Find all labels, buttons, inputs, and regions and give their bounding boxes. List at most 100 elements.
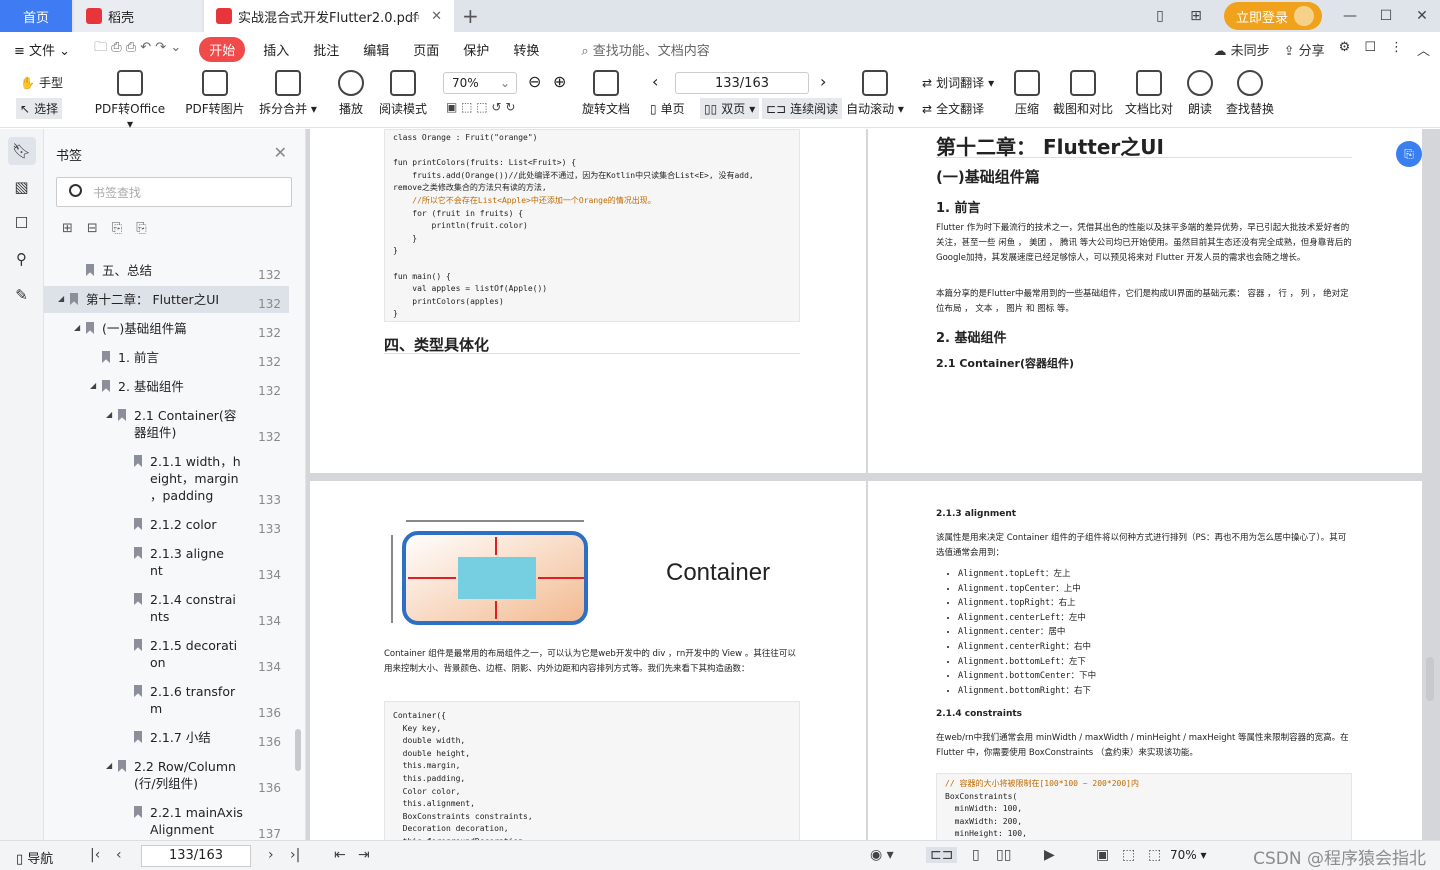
bookmark-item[interactable]: 2.1.1 width，h eight，margin ，padding 133 <box>44 448 289 509</box>
translate-float-button[interactable]: ⎘ <box>1396 141 1422 167</box>
next-page-icon[interactable]: › <box>268 847 274 863</box>
status-page-input[interactable]: 133/163 <box>141 845 251 867</box>
fit-width-icon[interactable]: ⬚ <box>1148 847 1161 863</box>
bookmark-scrollbar[interactable] <box>295 729 301 771</box>
expand-toggle-icon[interactable]: ◢ <box>106 761 112 770</box>
auto-scroll-button[interactable]: 自动滚动 ▾ <box>846 66 904 117</box>
zoom-in-icon[interactable]: ⊕ <box>553 72 566 91</box>
fit-page-icon[interactable]: ⬚ <box>1122 847 1135 863</box>
menu-edit[interactable]: 编辑 <box>351 40 401 59</box>
share-button[interactable]: ⇪ 分享 <box>1284 40 1325 59</box>
single-view-icon[interactable]: ▯ <box>972 847 980 863</box>
menu-file[interactable]: ≡ 文件 ⌄ <box>0 40 82 59</box>
maximize-icon[interactable]: ☐ <box>1368 8 1404 24</box>
read-aloud-button[interactable]: 朗读 <box>1186 66 1214 117</box>
read-mode-button[interactable]: 阅读模式 <box>377 66 429 117</box>
bookmark-item[interactable]: 2.1.7 小结 136 <box>44 724 289 751</box>
settings-icon[interactable]: ⚙ <box>1339 40 1351 59</box>
bookmark-icon[interactable]: ⎘ <box>112 221 122 236</box>
eye-protect-icon[interactable]: ◉ ▾ <box>870 847 894 863</box>
document-scrollbar[interactable] <box>1426 657 1434 701</box>
bookmark-search-input[interactable]: 书签查找 <box>56 177 292 207</box>
split-merge-button[interactable]: 拆分合并 ▾ <box>257 66 319 117</box>
sidebar-layout-icon[interactable]: ▯ <box>1142 8 1178 24</box>
menu-comment[interactable]: 批注 <box>301 40 351 59</box>
search-function[interactable]: ⌕ 查找功能、文档内容 <box>581 40 709 59</box>
bookmark-item[interactable]: ◢ 2.1 Container(容 器组件) 132 <box>44 402 289 446</box>
sync-status[interactable]: ☁ 未同步 <box>1213 40 1269 59</box>
bookmark-item[interactable]: 2.1.3 aligne nt 134 <box>44 540 289 584</box>
document-view[interactable]: class Orange : Fruit("orange") fun print… <box>306 129 1440 840</box>
signature-icon[interactable]: ✎ <box>8 281 36 309</box>
full-translate-button[interactable]: ⇄ 全文翻译 <box>922 100 984 117</box>
double-page-button[interactable]: ▯▯ 双页 ▾ <box>700 98 760 119</box>
pdf-to-image-button[interactable]: PDF转图片 <box>183 66 247 117</box>
doc-compare-button[interactable]: 文档比对 <box>1124 66 1174 117</box>
attachment-icon[interactable]: ⚲ <box>8 245 36 273</box>
continuous-view-icon[interactable]: ⊏⊐ <box>926 847 958 863</box>
close-window-icon[interactable]: ✕ <box>1404 8 1440 24</box>
collapse-ribbon-icon[interactable]: ︿ <box>1417 40 1430 59</box>
bookmark-item[interactable]: 2.2.1 mainAxis Alignment 137 <box>44 799 289 840</box>
bookmark-alt-icon[interactable]: ⎘ <box>136 221 146 236</box>
bookmark-panel-icon[interactable]: 🔖︎ <box>7 137 36 165</box>
tab-daoke[interactable]: 稻壳 <box>74 0 202 32</box>
compress-button[interactable]: 压缩 <box>1012 66 1042 117</box>
find-replace-button[interactable]: 查找替换 <box>1224 66 1276 117</box>
view-tools[interactable]: ▣ ⬚ ⬚ ↺ ↻ <box>446 100 515 114</box>
minimize-icon[interactable]: — <box>1332 8 1368 24</box>
forward-icon[interactable]: ⇥ <box>358 847 370 863</box>
menu-start[interactable]: 开始 <box>199 36 246 62</box>
double-view-icon[interactable]: ▯▯ <box>996 847 1011 863</box>
page-number-input[interactable]: 133/163 <box>675 72 809 94</box>
actual-size-icon[interactable]: ▣ <box>1096 847 1109 863</box>
select-tool[interactable]: ↖ 选择 <box>16 98 63 119</box>
more-icon[interactable]: ⋮ <box>1390 40 1403 59</box>
tab-pdf-document[interactable]: 实战混合式开发Flutter2.0.pdf ▭ ✕ <box>204 0 454 32</box>
bookmark-item[interactable]: ◢ 第十二章： Flutter之UI 132 <box>44 286 289 313</box>
tab-home[interactable]: 首页 <box>0 0 72 32</box>
close-panel-icon[interactable]: ✕ <box>274 143 287 162</box>
rotate-document-button[interactable]: 旋转文档 <box>580 66 632 117</box>
prev-page-icon[interactable]: ‹ <box>652 72 658 91</box>
play-button[interactable]: 播放 <box>334 66 368 117</box>
menu-protect[interactable]: 保护 <box>451 40 501 59</box>
first-page-icon[interactable]: |‹ <box>90 847 100 863</box>
bookmark-item[interactable]: ◢ (一)基础组件篇 132 <box>44 315 289 342</box>
menu-convert[interactable]: 转换 <box>501 40 551 59</box>
pdf-to-office-button[interactable]: PDF转Office ▾ <box>90 66 170 131</box>
hand-tool[interactable]: ✋ 手型 <box>20 74 63 91</box>
zoom-select[interactable]: 70% ⌄ <box>443 72 517 94</box>
navigation-toggle[interactable]: ▯ 导航 <box>16 848 53 867</box>
new-tab-icon[interactable]: + <box>462 4 479 28</box>
grid-icon[interactable]: ⊞ <box>1178 8 1214 24</box>
annotation-icon[interactable]: ☐ <box>8 209 36 237</box>
back-icon[interactable]: ⇤ <box>334 847 346 863</box>
bookmark-item[interactable]: 2.1.6 transfor m 136 <box>44 678 289 722</box>
screenshot-compare-button[interactable]: 截图和对比 <box>1050 66 1116 117</box>
play-icon[interactable]: ▶ <box>1044 847 1055 863</box>
continuous-read-button[interactable]: ⊏⊐ 连续阅读 <box>762 98 843 119</box>
bookmark-item[interactable]: ◢ 2. 基础组件 132 <box>44 373 289 400</box>
next-page-icon[interactable]: › <box>820 72 826 91</box>
thumbnail-icon[interactable]: ▧ <box>8 173 36 201</box>
bookmark-item[interactable]: 2.1.2 color 133 <box>44 511 289 538</box>
bookmark-item[interactable]: 2.1.5 decorati on 134 <box>44 632 289 676</box>
menu-insert[interactable]: 插入 <box>251 40 301 59</box>
login-button[interactable]: 立即登录 <box>1223 2 1322 30</box>
bookmark-item[interactable]: 五、总结 132 <box>44 257 289 284</box>
comment-icon[interactable]: ☐ <box>1364 40 1376 59</box>
word-translate-button[interactable]: ⇄ 划词翻译 ▾ <box>922 74 994 91</box>
add-bookmark-icon[interactable]: ⊞ <box>62 221 73 236</box>
expand-toggle-icon[interactable]: ◢ <box>74 323 80 332</box>
remove-bookmark-icon[interactable]: ⊟ <box>87 221 98 236</box>
pin-icon[interactable]: ▭ <box>410 10 420 23</box>
bookmark-item[interactable]: 2.1.4 constrai nts 134 <box>44 586 289 630</box>
expand-toggle-icon[interactable]: ◢ <box>90 381 96 390</box>
last-page-icon[interactable]: ›| <box>290 847 300 863</box>
prev-page-icon[interactable]: ‹ <box>116 847 122 863</box>
expand-toggle-icon[interactable]: ◢ <box>58 294 64 303</box>
expand-toggle-icon[interactable]: ◢ <box>106 410 112 419</box>
single-page-button[interactable]: ▯ 单页 <box>650 100 685 117</box>
bookmark-item[interactable]: ◢ 2.2 Row/Column (行/列组件) 136 <box>44 753 289 797</box>
